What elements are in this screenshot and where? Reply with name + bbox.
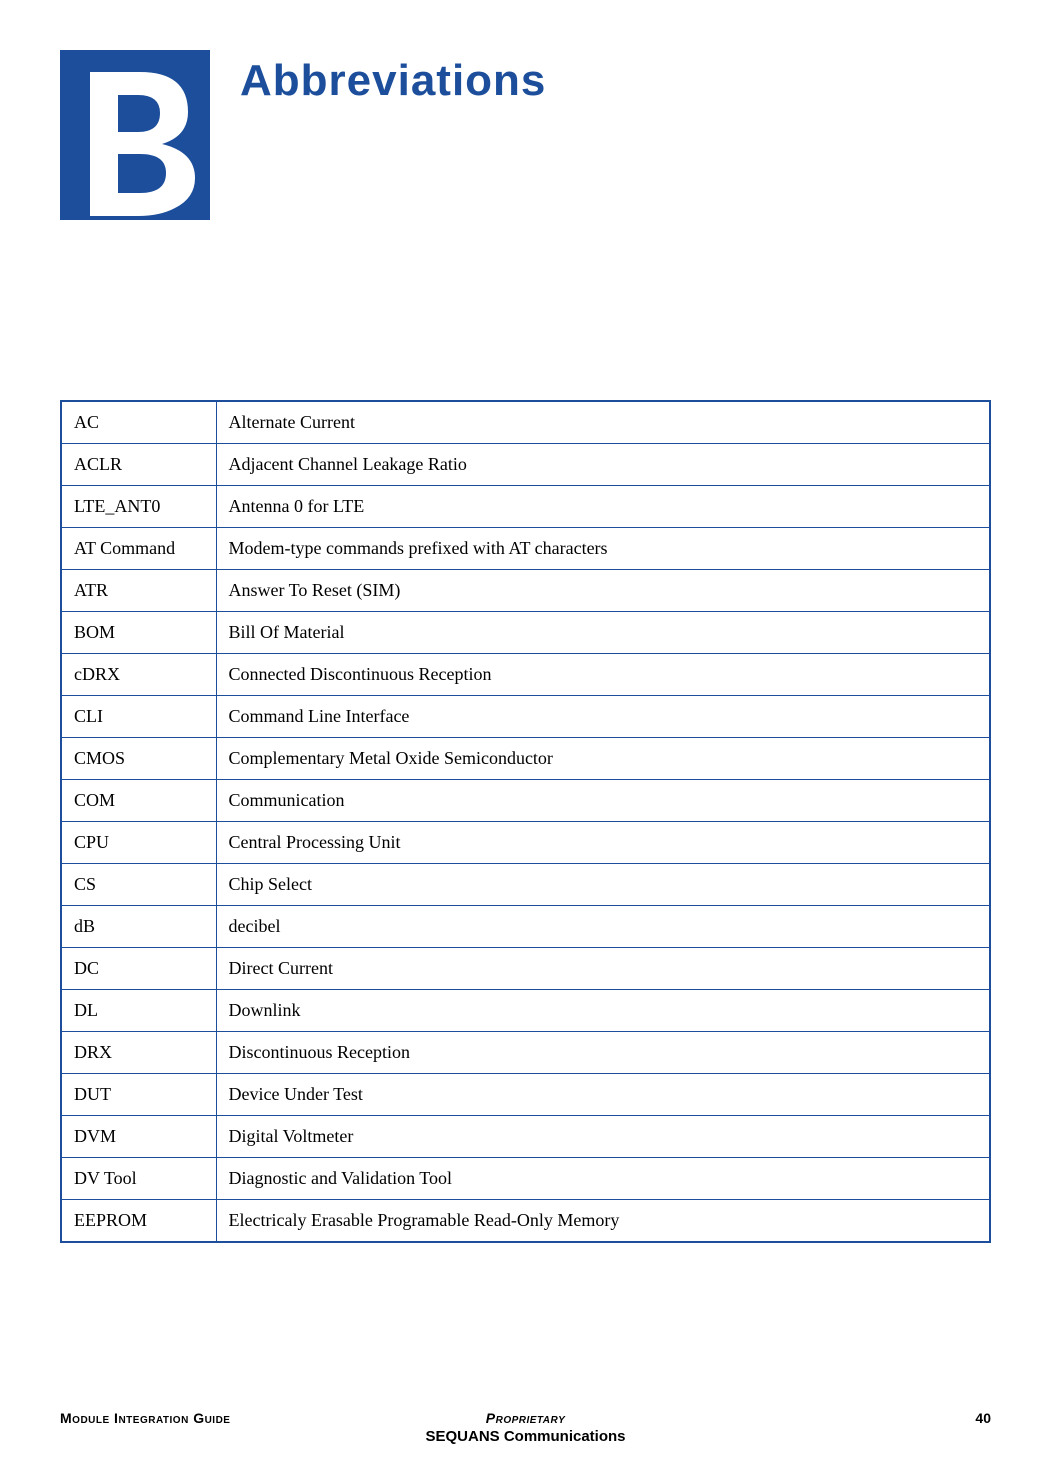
table-row: COMCommunication bbox=[61, 780, 990, 822]
table-row: CMOSComplementary Metal Oxide Semiconduc… bbox=[61, 738, 990, 780]
def-cell: Device Under Test bbox=[216, 1074, 990, 1116]
term-cell: LTE_ANT0 bbox=[61, 486, 216, 528]
def-cell: Complementary Metal Oxide Semiconductor bbox=[216, 738, 990, 780]
def-cell: Downlink bbox=[216, 990, 990, 1032]
table-row: LTE_ANT0Antenna 0 for LTE bbox=[61, 486, 990, 528]
term-cell: DC bbox=[61, 948, 216, 990]
table-row: DCDirect Current bbox=[61, 948, 990, 990]
footer: Module Integration Guide Proprietary 40 … bbox=[0, 1410, 1051, 1445]
def-cell: Chip Select bbox=[216, 864, 990, 906]
def-cell: Bill Of Material bbox=[216, 612, 990, 654]
term-cell: EEPROM bbox=[61, 1200, 216, 1243]
footer-line-1: Module Integration Guide Proprietary 40 bbox=[60, 1410, 991, 1426]
table-row: EEPROMElectricaly Erasable Programable R… bbox=[61, 1200, 990, 1243]
table-row: cDRXConnected Discontinuous Reception bbox=[61, 654, 990, 696]
term-cell: CPU bbox=[61, 822, 216, 864]
term-cell: COM bbox=[61, 780, 216, 822]
table-row: BOMBill Of Material bbox=[61, 612, 990, 654]
term-cell: DRX bbox=[61, 1032, 216, 1074]
table-row: CLICommand Line Interface bbox=[61, 696, 990, 738]
table-row: DVMDigital Voltmeter bbox=[61, 1116, 990, 1158]
term-cell: cDRX bbox=[61, 654, 216, 696]
term-cell: BOM bbox=[61, 612, 216, 654]
def-cell: Adjacent Channel Leakage Ratio bbox=[216, 444, 990, 486]
table-row: ACAlternate Current bbox=[61, 401, 990, 444]
term-cell: DL bbox=[61, 990, 216, 1032]
def-cell: Electricaly Erasable Programable Read-On… bbox=[216, 1200, 990, 1243]
term-cell: ACLR bbox=[61, 444, 216, 486]
def-cell: Answer To Reset (SIM) bbox=[216, 570, 990, 612]
page: Abbreviations ACAlternate Current ACLRAd… bbox=[0, 0, 1051, 1243]
term-cell: CMOS bbox=[61, 738, 216, 780]
term-cell: DVM bbox=[61, 1116, 216, 1158]
footer-left: Module Integration Guide bbox=[60, 1410, 230, 1426]
term-cell: DUT bbox=[61, 1074, 216, 1116]
footer-line-2: SEQUANS Communications bbox=[60, 1428, 991, 1445]
page-title: Abbreviations bbox=[240, 56, 546, 106]
def-cell: Central Processing Unit bbox=[216, 822, 990, 864]
table-row: ATRAnswer To Reset (SIM) bbox=[61, 570, 990, 612]
footer-center: Proprietary bbox=[486, 1410, 565, 1426]
abbreviations-table: ACAlternate Current ACLRAdjacent Channel… bbox=[60, 400, 991, 1243]
table-row: CPUCentral Processing Unit bbox=[61, 822, 990, 864]
term-cell: dB bbox=[61, 906, 216, 948]
def-cell: Discontinuous Reception bbox=[216, 1032, 990, 1074]
table-row: DV ToolDiagnostic and Validation Tool bbox=[61, 1158, 990, 1200]
table-row: AT CommandModem-type commands prefixed w… bbox=[61, 528, 990, 570]
table-row: DRXDiscontinuous Reception bbox=[61, 1032, 990, 1074]
table-row: dBdecibel bbox=[61, 906, 990, 948]
def-cell: Command Line Interface bbox=[216, 696, 990, 738]
term-cell: DV Tool bbox=[61, 1158, 216, 1200]
def-cell: Alternate Current bbox=[216, 401, 990, 444]
term-cell: CS bbox=[61, 864, 216, 906]
table-row: DUTDevice Under Test bbox=[61, 1074, 990, 1116]
def-cell: Direct Current bbox=[216, 948, 990, 990]
term-cell: ATR bbox=[61, 570, 216, 612]
def-cell: Digital Voltmeter bbox=[216, 1116, 990, 1158]
def-cell: Antenna 0 for LTE bbox=[216, 486, 990, 528]
table-row: DLDownlink bbox=[61, 990, 990, 1032]
def-cell: Modem-type commands prefixed with AT cha… bbox=[216, 528, 990, 570]
term-cell: AC bbox=[61, 401, 216, 444]
def-cell: Diagnostic and Validation Tool bbox=[216, 1158, 990, 1200]
table-row: ACLRAdjacent Channel Leakage Ratio bbox=[61, 444, 990, 486]
table-row: CSChip Select bbox=[61, 864, 990, 906]
header: Abbreviations bbox=[60, 50, 991, 220]
term-cell: AT Command bbox=[61, 528, 216, 570]
page-number: 40 bbox=[975, 1410, 991, 1426]
term-cell: CLI bbox=[61, 696, 216, 738]
def-cell: Connected Discontinuous Reception bbox=[216, 654, 990, 696]
table-body: ACAlternate Current ACLRAdjacent Channel… bbox=[61, 401, 990, 1242]
appendix-letter-icon bbox=[60, 50, 210, 220]
def-cell: Communication bbox=[216, 780, 990, 822]
def-cell: decibel bbox=[216, 906, 990, 948]
